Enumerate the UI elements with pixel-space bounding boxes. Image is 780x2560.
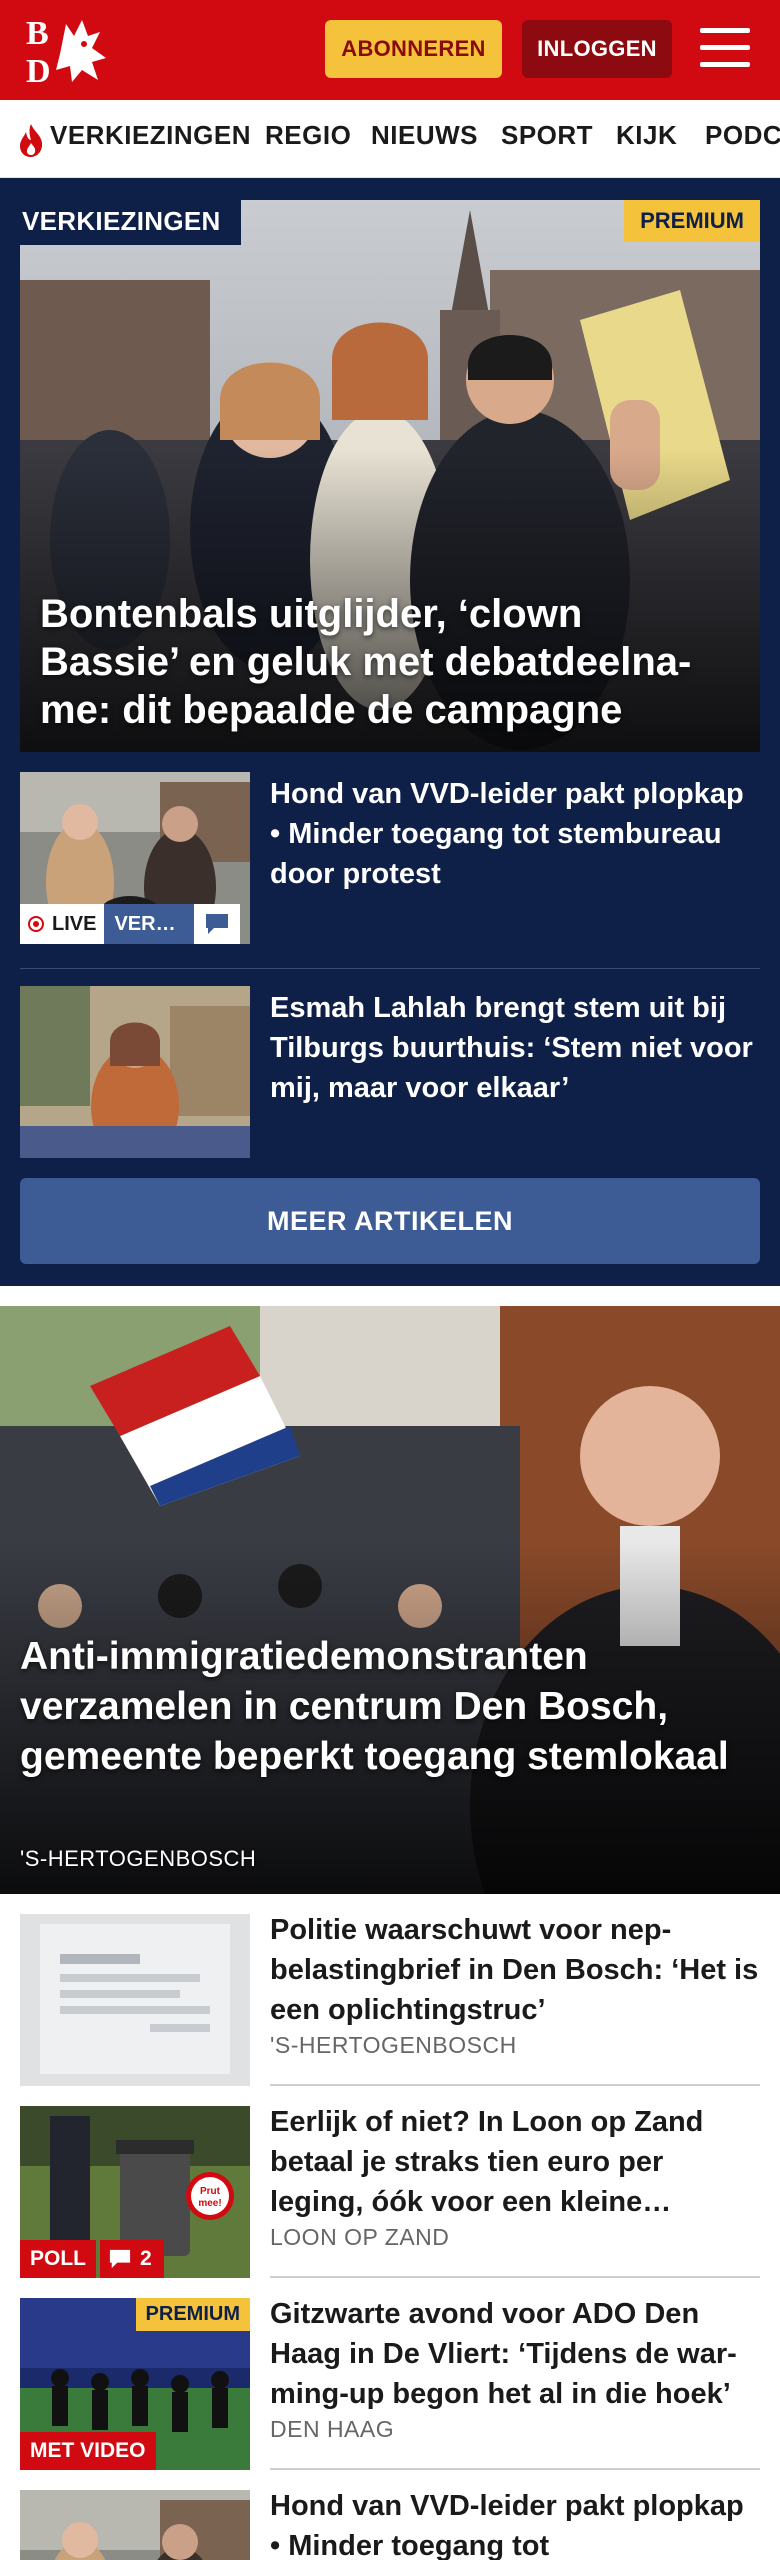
nav-item-podcast[interactable]: PODC: [705, 120, 780, 151]
article-title[interactable]: Hond van VVD-leider pakt plopkap • Minde…: [270, 774, 760, 894]
article-thumbnail: PREMIUM MET VIDEO: [20, 2298, 250, 2470]
article-title[interactable]: Gitzwarte avond voor ADO Den Haag in De …: [270, 2294, 760, 2414]
article-title[interactable]: Hond van VVD-leider pakt plopkap • Minde…: [270, 2486, 760, 2560]
video-badge: MET VIDEO: [20, 2432, 156, 2470]
list-item[interactable]: PREMIUM MET VIDEO Gitzwarte avond voor A…: [20, 2278, 760, 2470]
list-item[interactable]: Politie waarschuwt voor nep­belastingbri…: [20, 1894, 760, 2086]
hamburger-menu-icon[interactable]: [700, 28, 752, 72]
comment-count-badge: 2: [100, 2240, 164, 2278]
live-label: LIVE: [52, 912, 97, 935]
live-bar: LIVE VER…: [20, 904, 241, 944]
article-title[interactable]: Politie waarschuwt voor nep­belastingbri…: [270, 1910, 760, 2030]
article-title[interactable]: Esmah Lahlah brengt stem uit bij Tilburg…: [270, 988, 760, 1108]
nav-item-kijk[interactable]: KIJK: [616, 120, 677, 151]
poll-badge: POLL: [20, 2240, 96, 2278]
feature-title[interactable]: Anti-immigratiedemonstranten verzamelen …: [20, 1632, 740, 1782]
premium-badge: PREMIUM: [624, 200, 760, 242]
list-item[interactable]: Prut mee! POLL 2 Eerlijk of niet? In Loo…: [20, 2086, 760, 2278]
comment-icon: [109, 2249, 131, 2269]
nav-item-verkiezingen[interactable]: VERKIEZINGEN: [50, 120, 251, 151]
article-location: 'S-HERTOGENBOSCH: [270, 2032, 517, 2058]
nav-item-nieuws[interactable]: NIEUWS: [371, 120, 478, 151]
svg-text:Prut: Prut: [200, 2186, 221, 2197]
svg-text:mee!: mee!: [198, 2198, 221, 2209]
feature-photo: [0, 1306, 780, 1894]
hero-title[interactable]: Bontenbals uitglijder, ‘clown Bassie’ en…: [40, 590, 730, 734]
article-location: DEN HAAG: [270, 2416, 395, 2442]
more-articles-button[interactable]: MEER ARTIKELEN: [20, 1178, 760, 1264]
article-thumbnail: [20, 1914, 250, 2086]
section-label: VERKIEZINGEN: [20, 200, 241, 245]
svg-text:D: D: [26, 53, 51, 86]
comment-count: 2: [140, 2247, 152, 2270]
article-thumbnail: [20, 2490, 250, 2560]
feature-article[interactable]: Anti-immigratiedemonstranten verzamelen …: [0, 1306, 780, 1894]
subscribe-button[interactable]: ABONNEREN: [325, 20, 502, 78]
site-header: B D ABONNEREN INLOGGEN: [0, 0, 780, 100]
nav-item-regio[interactable]: REGIO: [265, 120, 351, 151]
divider: [20, 968, 760, 969]
live-dot-icon: [28, 916, 44, 932]
list-item[interactable]: Hond van VVD-leider pakt plopkap • Minde…: [20, 2470, 760, 2560]
article-thumbnail: [20, 986, 250, 1158]
tag-badge: VER…: [104, 904, 195, 944]
hero-article[interactable]: VERKIEZINGEN PREMIUM Bontenbals uitglijd…: [20, 200, 760, 752]
svg-text:B: B: [26, 15, 49, 52]
article-location: LOON OP ZAND: [270, 2224, 450, 2250]
section-nav: VERKIEZINGEN REGIO NIEUWS SPORT KIJK POD…: [0, 100, 780, 178]
election-article[interactable]: Esmah Lahlah brengt stem uit bij Tilburg…: [20, 986, 760, 1158]
login-button[interactable]: INLOGGEN: [522, 20, 672, 78]
nav-item-sport[interactable]: SPORT: [501, 120, 593, 151]
article-thumbnail: LIVE VER…: [20, 772, 250, 944]
election-section: VERKIEZINGEN PREMIUM Bontenbals uitglijd…: [0, 178, 780, 1286]
feature-location: 'S-HERTOGENBOSCH: [20, 1846, 257, 1871]
bd-logo[interactable]: B D: [26, 14, 116, 86]
live-badge: LIVE: [20, 904, 105, 944]
article-title[interactable]: Eerlijk of niet? In Loon op Zand betaal …: [270, 2102, 760, 2222]
comment-icon: [194, 904, 241, 944]
premium-badge: PREMIUM: [135, 2298, 250, 2331]
election-article[interactable]: LIVE VER… Hond van VVD-leider pakt plopk…: [20, 772, 760, 944]
flame-icon: [20, 124, 43, 157]
article-thumbnail: Prut mee! POLL 2: [20, 2106, 250, 2278]
